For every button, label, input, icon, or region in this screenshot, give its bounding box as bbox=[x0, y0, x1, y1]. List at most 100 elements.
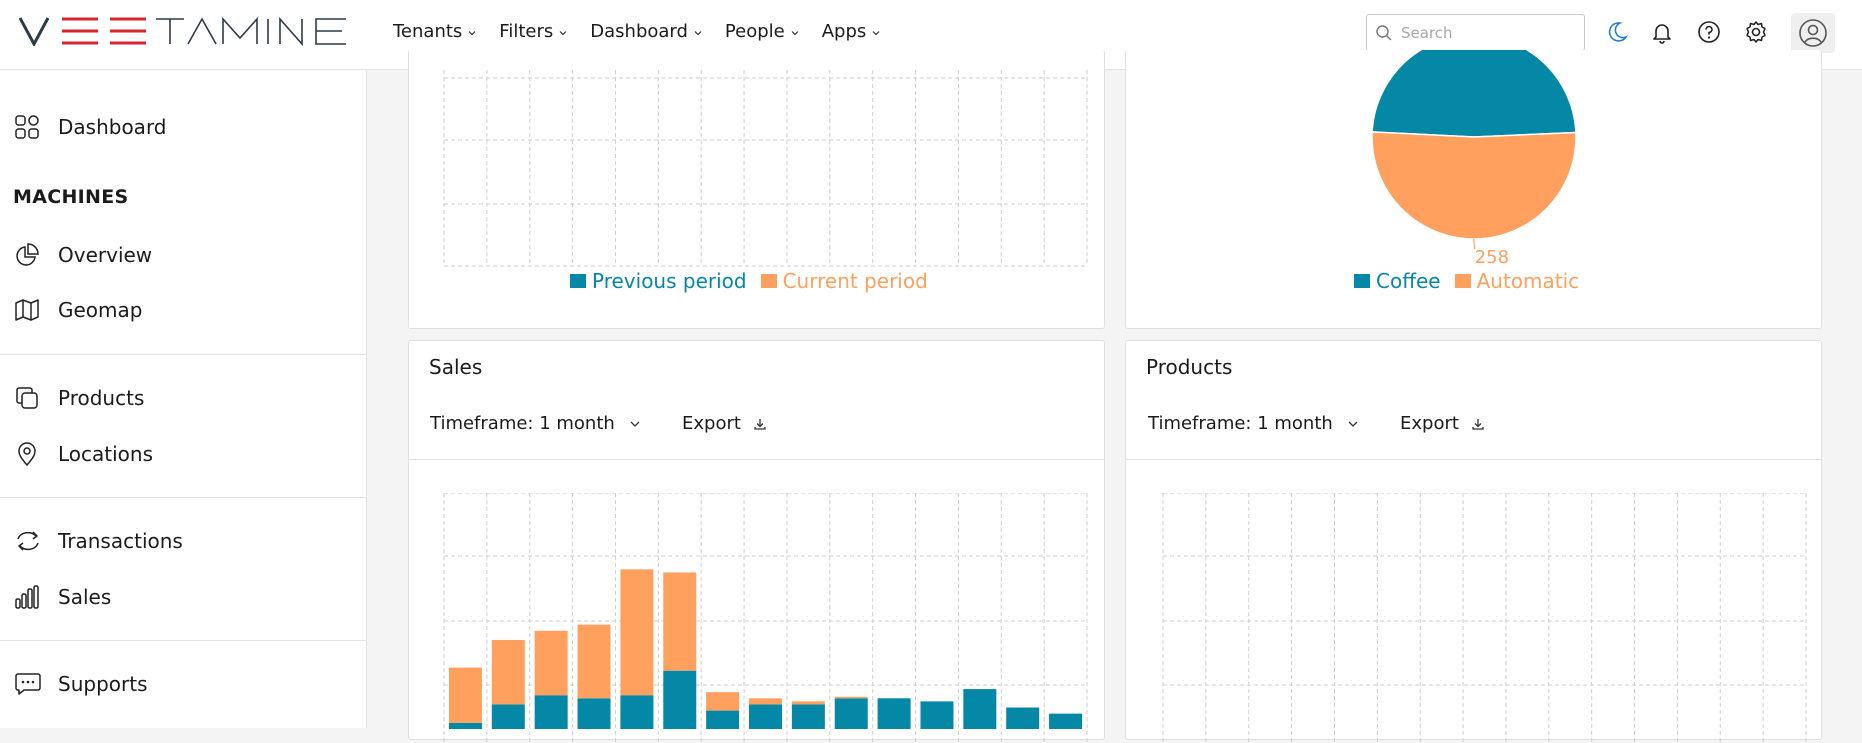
sidebar-divider bbox=[0, 640, 366, 641]
chevron-down-icon bbox=[694, 30, 702, 35]
bell-icon[interactable] bbox=[1649, 19, 1675, 45]
sidebar: Dashboard MACHINES Overview Geomap Produ… bbox=[0, 70, 367, 728]
sidebar-divider bbox=[0, 497, 366, 498]
legend-label[interactable]: Automatic bbox=[1477, 269, 1580, 293]
nav-people[interactable]: People bbox=[725, 21, 800, 42]
nav-dashboard[interactable]: Dashboard bbox=[590, 21, 703, 42]
sidebar-item-label: Geomap bbox=[58, 298, 143, 322]
legend-swatch bbox=[570, 274, 586, 288]
machine-type-card: 258 Coffee Automatic bbox=[1125, 50, 1822, 329]
timeframe-label: Timeframe: 1 month bbox=[1148, 413, 1333, 434]
sidebar-item-label: Transactions bbox=[58, 529, 183, 553]
nav-tenants[interactable]: Tenants bbox=[393, 21, 477, 42]
export-button[interactable]: Export bbox=[1400, 413, 1485, 434]
legend-swatch bbox=[1454, 274, 1471, 288]
sidebar-item-geomap[interactable]: Geomap bbox=[0, 288, 366, 332]
download-icon bbox=[1472, 418, 1484, 430]
products-chart-grid bbox=[1162, 493, 1807, 743]
bar-chart-icon bbox=[15, 585, 39, 609]
sidebar-item-overview[interactable]: Overview bbox=[0, 233, 366, 277]
sidebar-item-label: Locations bbox=[58, 442, 154, 466]
brand-logo[interactable] bbox=[18, 16, 348, 46]
chevron-down-icon bbox=[791, 30, 799, 35]
legend-label[interactable]: Previous period bbox=[592, 269, 747, 293]
download-icon bbox=[754, 418, 766, 430]
bar-current-period bbox=[577, 624, 611, 699]
bar-previous-period bbox=[834, 698, 868, 729]
nav-label: Filters bbox=[499, 21, 554, 42]
pie-slice-automatic bbox=[1371, 131, 1577, 240]
timeframe-dropdown[interactable]: Timeframe: 1 month bbox=[430, 413, 641, 434]
sales-bar-chart bbox=[443, 493, 1088, 743]
avatar[interactable] bbox=[1791, 13, 1835, 53]
moon-icon[interactable] bbox=[1604, 19, 1630, 45]
card-title: Sales bbox=[429, 355, 483, 379]
search-input[interactable] bbox=[1401, 23, 1571, 42]
sidebar-item-label: Supports bbox=[58, 672, 148, 696]
card-divider bbox=[409, 459, 1104, 460]
sidebar-item-dashboard[interactable]: Dashboard bbox=[0, 105, 366, 149]
chevron-down-icon bbox=[468, 30, 476, 35]
sidebar-item-label: Dashboard bbox=[58, 115, 167, 139]
card-divider bbox=[1126, 459, 1821, 460]
card-title: Products bbox=[1146, 355, 1233, 379]
bar-current-period bbox=[663, 572, 697, 671]
chart-legend: Previous period Current period bbox=[570, 269, 942, 293]
chevron-down-icon bbox=[1348, 421, 1358, 427]
bar-current-period bbox=[749, 698, 782, 705]
sidebar-item-transactions[interactable]: Transactions bbox=[0, 519, 366, 563]
bar-previous-period bbox=[920, 701, 954, 729]
legend-swatch bbox=[1354, 274, 1370, 288]
timeframe-label: Timeframe: 1 month bbox=[430, 413, 615, 434]
map-icon bbox=[15, 299, 39, 321]
nav-apps[interactable]: Apps bbox=[822, 21, 882, 42]
legend-swatch bbox=[760, 274, 777, 288]
sidebar-item-sales[interactable]: Sales bbox=[0, 575, 366, 619]
period-comparison-card: Previous period Current period bbox=[408, 50, 1105, 329]
copy-icon bbox=[16, 387, 38, 409]
bar-previous-period bbox=[791, 704, 825, 729]
bar-current-period bbox=[534, 630, 568, 696]
refresh-icon bbox=[17, 531, 39, 551]
bar-previous-period bbox=[877, 698, 911, 729]
bar-current-period bbox=[791, 701, 825, 705]
user-avatar-icon bbox=[1799, 19, 1827, 47]
bar-current-period bbox=[834, 696, 868, 699]
export-label: Export bbox=[1400, 413, 1459, 434]
chevron-down-icon bbox=[559, 30, 567, 35]
chevron-down-icon bbox=[872, 30, 880, 35]
chart-legend: Coffee Automatic bbox=[1354, 269, 1593, 293]
bar-current-period bbox=[706, 692, 740, 711]
sidebar-item-products[interactable]: Products bbox=[0, 376, 366, 420]
bar-current-period bbox=[448, 667, 482, 723]
export-button[interactable]: Export bbox=[682, 413, 767, 434]
export-label: Export bbox=[682, 413, 741, 434]
bar-current-period bbox=[491, 639, 525, 705]
bar-previous-period bbox=[963, 689, 997, 729]
search-box[interactable] bbox=[1366, 14, 1585, 51]
sales-card: Sales Timeframe: 1 month Export bbox=[408, 340, 1105, 743]
sidebar-item-locations[interactable]: Locations bbox=[0, 432, 366, 476]
nav-label: People bbox=[724, 21, 785, 42]
bar-previous-period bbox=[534, 695, 568, 729]
comparison-grid bbox=[443, 70, 1088, 267]
sidebar-section-header: MACHINES bbox=[13, 186, 129, 208]
bar-previous-period bbox=[663, 670, 697, 729]
help-icon[interactable] bbox=[1696, 19, 1722, 45]
chat-icon bbox=[15, 673, 41, 695]
timeframe-dropdown[interactable]: Timeframe: 1 month bbox=[1148, 413, 1359, 434]
bar-previous-period bbox=[448, 722, 482, 729]
bar-previous-period bbox=[620, 695, 654, 729]
chevron-down-icon bbox=[630, 421, 640, 427]
bar-current-period bbox=[620, 569, 654, 696]
nav-filters[interactable]: Filters bbox=[499, 21, 568, 42]
nav-label: Apps bbox=[821, 21, 867, 42]
bar-previous-period bbox=[706, 710, 740, 729]
nav-label: Dashboard bbox=[590, 21, 688, 42]
pie-slice-value-label: 258 bbox=[1475, 247, 1509, 268]
bar-previous-period bbox=[1049, 713, 1083, 729]
gear-icon[interactable] bbox=[1743, 19, 1769, 45]
sidebar-item-supports[interactable]: Supports bbox=[0, 662, 366, 706]
legend-label[interactable]: Current period bbox=[783, 269, 928, 293]
legend-label[interactable]: Coffee bbox=[1376, 269, 1441, 293]
